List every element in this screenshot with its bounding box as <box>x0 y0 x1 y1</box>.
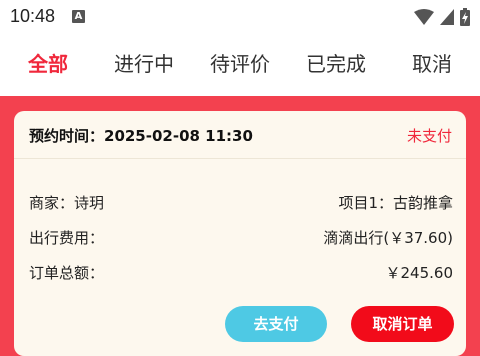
pay-button[interactable]: 去支付 <box>225 306 327 342</box>
battery-charging-icon <box>460 8 470 26</box>
order-status: 未支付 <box>406 127 452 145</box>
tab-completed[interactable]: 已完成 <box>288 34 384 96</box>
tab-all[interactable]: 全部 <box>0 34 96 96</box>
order-card: 预约时间：2025-02-08 11:30 未支付 商家：诗玥 项目1：古韵推拿… <box>14 111 466 356</box>
signal-icon <box>440 9 454 25</box>
merchant-name: 商家：诗玥 <box>29 194 105 212</box>
order-card-header: 预约时间：2025-02-08 11:30 未支付 <box>14 111 466 159</box>
wifi-icon <box>414 9 434 25</box>
tab-cancelled[interactable]: 取消 <box>384 34 480 96</box>
travel-fee-value: 滴滴出行(￥37.60) <box>323 229 453 247</box>
status-bar: 10:48 A <box>0 0 480 34</box>
total-label: 订单总额： <box>29 264 105 282</box>
total-value: ￥245.60 <box>385 264 454 282</box>
project-name: 项目1：古韵推拿 <box>338 194 453 212</box>
order-tabs: 全部 进行中 待评价 已完成 取消 <box>0 34 480 96</box>
tab-to-review[interactable]: 待评价 <box>192 34 288 96</box>
tab-in-progress[interactable]: 进行中 <box>96 34 192 96</box>
appointment-time: 预约时间：2025-02-08 11:30 <box>29 127 253 145</box>
cancel-order-button[interactable]: 取消订单 <box>351 306 454 342</box>
travel-fee-label: 出行费用： <box>29 229 105 247</box>
status-time: 10:48 <box>10 6 56 26</box>
status-icons <box>414 7 470 27</box>
notification-icon: A <box>72 10 85 23</box>
order-list: 预约时间：2025-02-08 11:30 未支付 商家：诗玥 项目1：古韵推拿… <box>0 96 480 356</box>
